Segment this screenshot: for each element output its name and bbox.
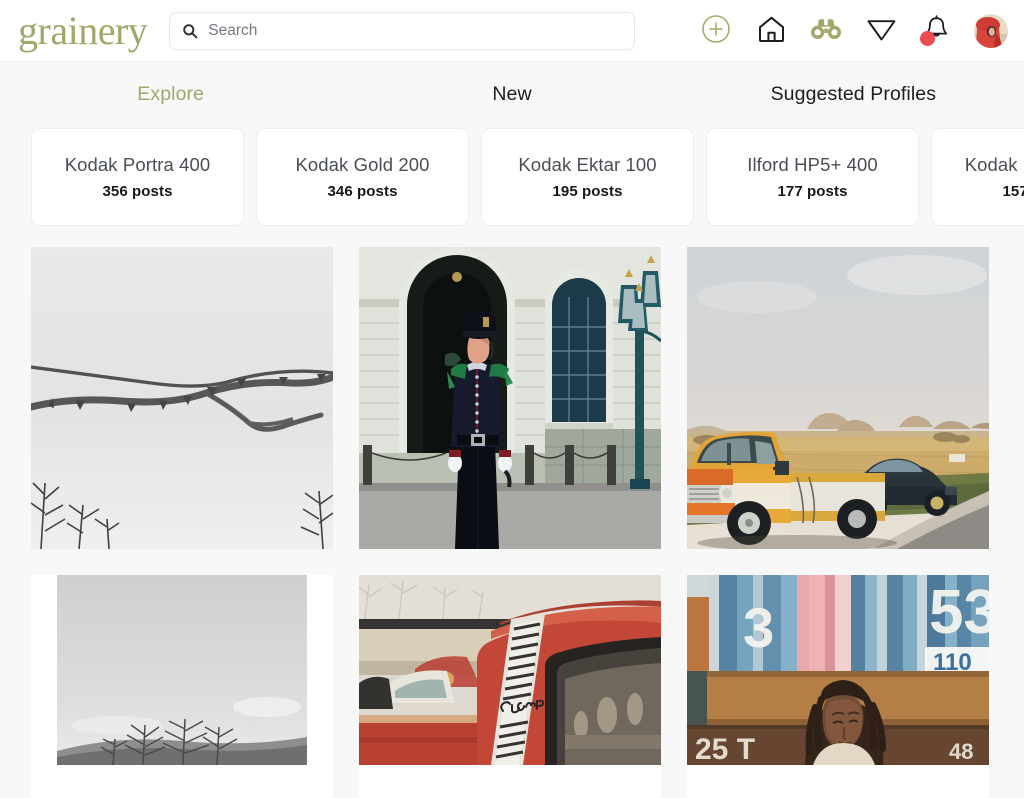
notification-badge-dot [920,30,935,46]
film-stock-name: Kodak Portra 800 [964,154,1024,175]
photo-card[interactable] [31,575,333,798]
film-stock-count: 346 posts [327,183,398,200]
photo-4 [57,575,307,765]
film-stock-list: Kodak Portra 400 356 posts Kodak Gold 20… [31,128,1024,226]
photo-2 [359,247,661,549]
film-stock-name: Ilford HP5+ 400 [747,154,878,175]
tab-explore[interactable]: Explore [0,83,341,106]
film-stock-count: 195 posts [552,183,623,200]
photo-card[interactable]: 3 53 110 25 T 48 [687,575,989,798]
search-input[interactable] [208,21,623,40]
photo-grid: 3 53 110 25 T 48 [0,226,1024,798]
home-icon [756,14,787,48]
film-stock-name: Kodak Portra 400 [64,154,211,175]
photo-3 [687,247,989,549]
avatar[interactable] [974,13,1008,48]
film-stock-card[interactable]: Kodak Portra 800 157 posts [931,128,1024,226]
film-stock-name: Kodak Ektar 100 [518,154,657,175]
photo-card[interactable] [359,247,661,549]
film-stock-card[interactable]: Kodak Ektar 100 195 posts [481,128,694,226]
app-header: grainery [0,0,1024,62]
header-nav-icons [699,13,1010,48]
tab-suggested-profiles[interactable]: Suggested Profiles [683,83,1024,106]
film-stock-name: Kodak Gold 200 [295,154,430,175]
film-stock-carousel[interactable]: Kodak Portra 400 356 posts Kodak Gold 20… [0,128,1024,226]
section-tabs: Explore New Suggested Profiles [0,62,1024,126]
film-stock-card[interactable]: Ilford HP5+ 400 177 posts [706,128,919,226]
add-post-button[interactable] [699,14,733,48]
messages-button[interactable] [864,14,898,48]
tab-new[interactable]: New [341,83,682,106]
photo-6: 3 53 110 25 T 48 [687,575,989,765]
film-stock-card[interactable]: Kodak Gold 200 346 posts [256,128,469,226]
film-stock-count: 157 posts [1002,183,1024,200]
search-icon [182,23,198,39]
photo-card[interactable] [359,575,661,798]
photo-card[interactable] [31,247,333,549]
photo-1 [31,247,333,549]
notifications-button[interactable] [919,14,953,48]
explore-binoculars-icon [810,16,842,45]
explore-button[interactable] [809,14,843,48]
messages-send-icon [866,15,897,46]
add-post-icon [701,14,731,47]
photo-card[interactable] [687,247,989,549]
film-stock-card[interactable]: Kodak Portra 400 356 posts [31,128,244,226]
film-stock-count: 356 posts [102,183,173,200]
film-stock-count: 177 posts [777,183,848,200]
app-logo[interactable]: grainery [18,10,148,51]
search-bar[interactable] [169,11,636,50]
photo-5 [359,575,661,765]
home-button[interactable] [754,14,788,48]
